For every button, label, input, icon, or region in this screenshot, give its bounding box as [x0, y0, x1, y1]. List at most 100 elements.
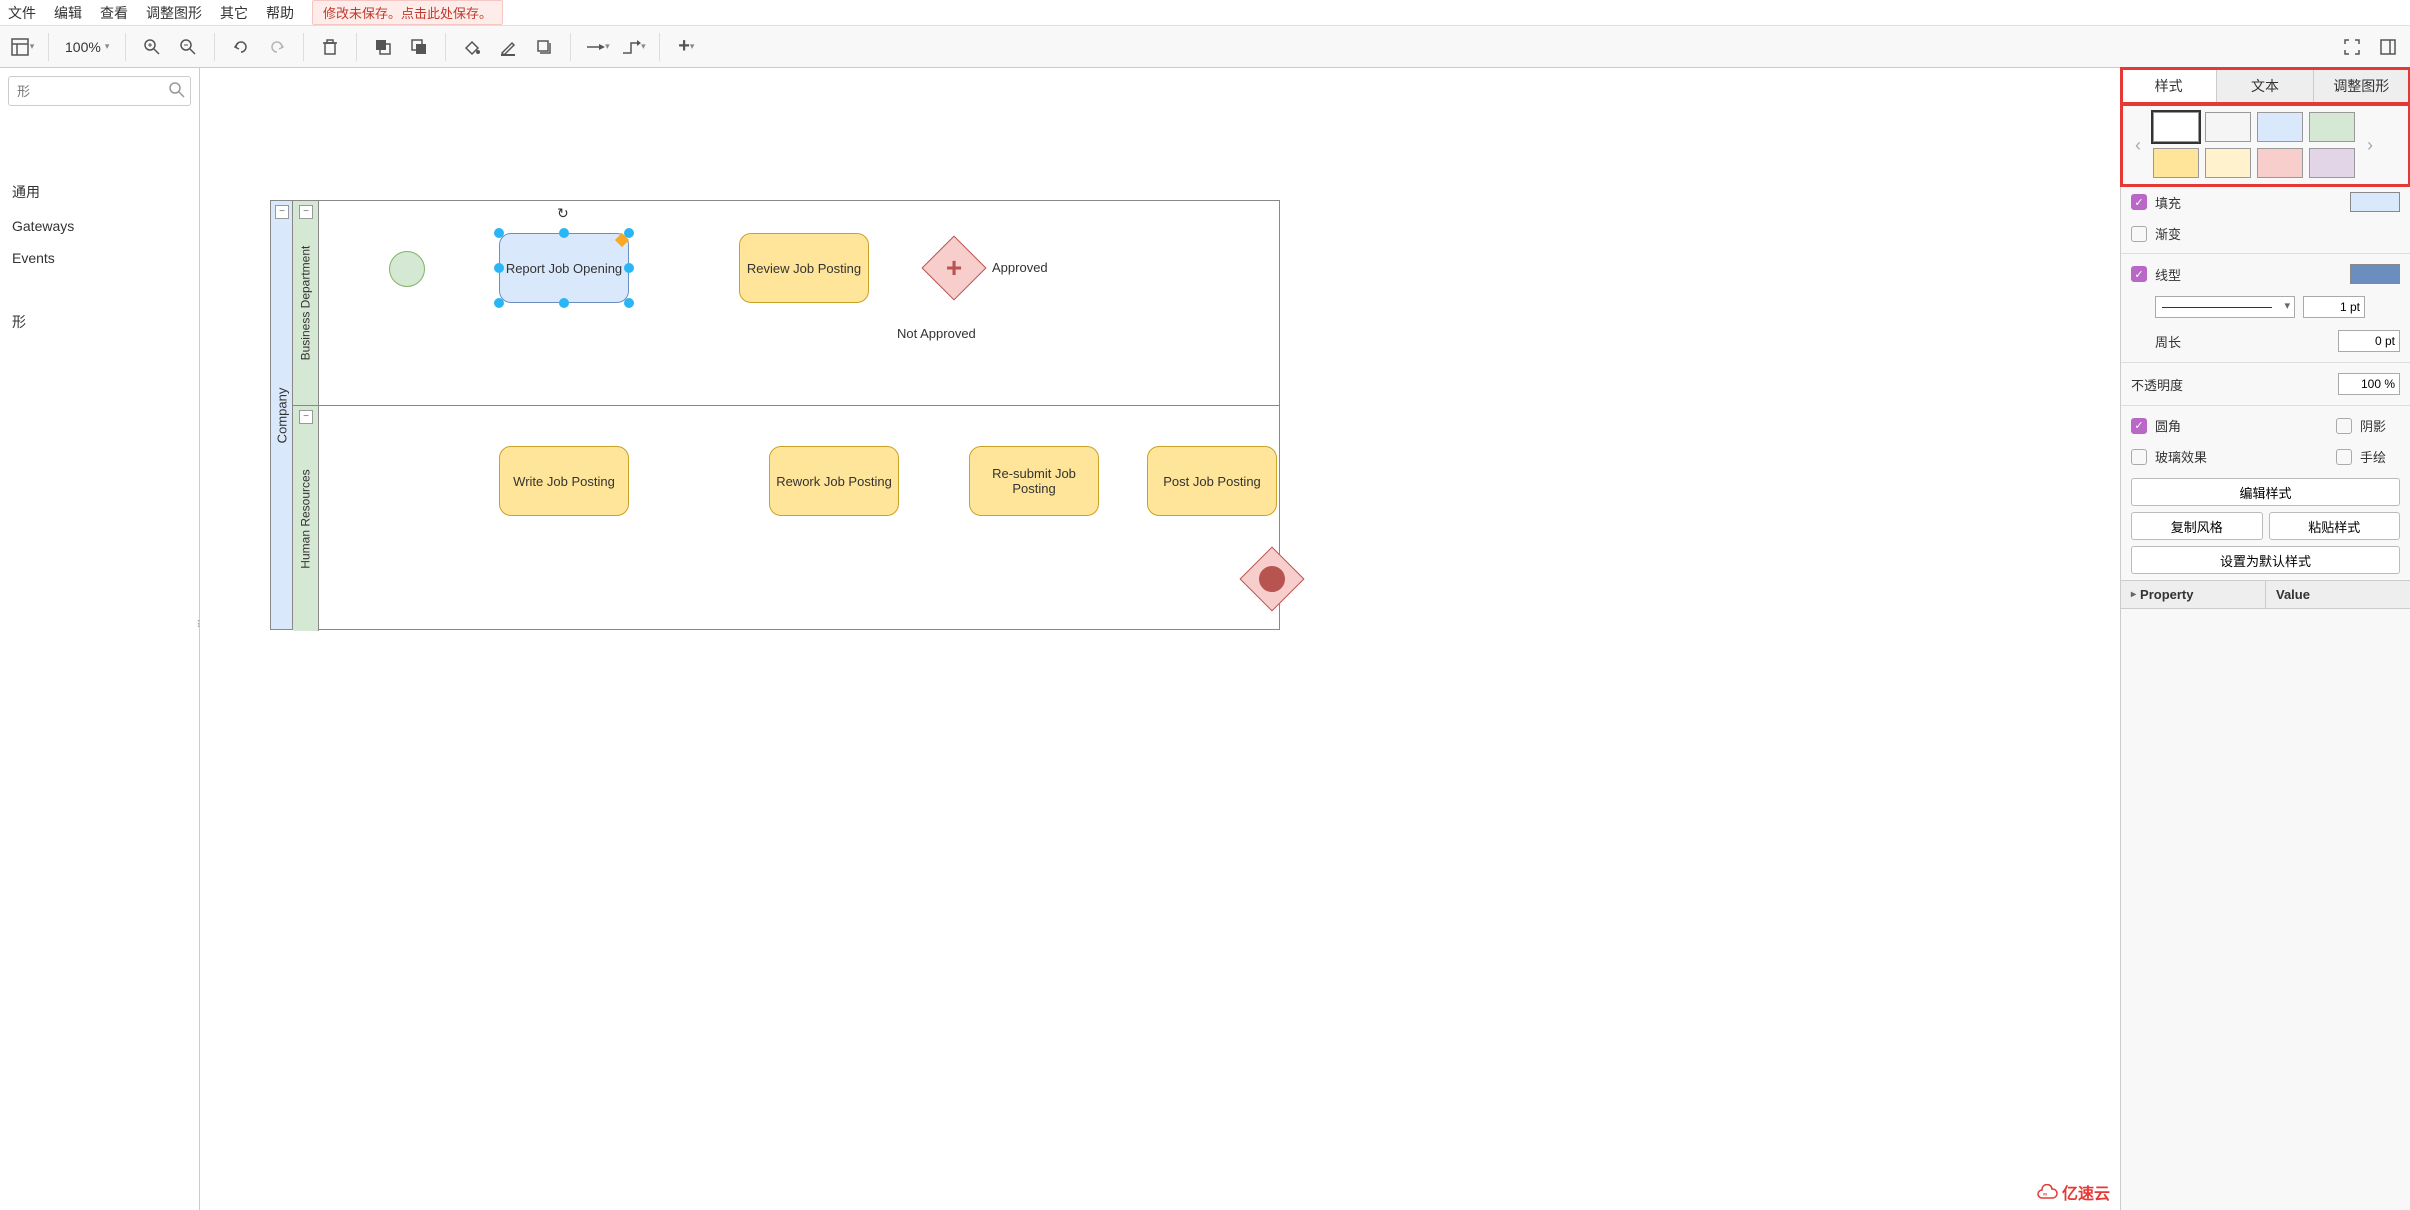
- fill-color-button[interactable]: [456, 31, 488, 63]
- line-row: ✓ 线型: [2121, 258, 2410, 290]
- bpmn-task-write-job-posting[interactable]: Write Job Posting: [499, 446, 629, 516]
- menu-edit[interactable]: 编辑: [54, 3, 82, 23]
- line-style-dropdown[interactable]: [2155, 296, 2295, 318]
- fullscreen-button[interactable]: [2336, 31, 2368, 63]
- bpmn-task-review-job-posting[interactable]: Review Job Posting: [739, 233, 869, 303]
- fill-color-well[interactable]: [2350, 192, 2400, 212]
- chevron-down-icon: ▾: [605, 41, 610, 52]
- bpmn-task-rework-job-posting[interactable]: Rework Job Posting: [769, 446, 899, 516]
- undo-button[interactable]: [225, 31, 257, 63]
- shapes-sidebar: 通用 Gateways Events 形: [0, 68, 200, 1210]
- view-mode-button[interactable]: ▾: [6, 31, 38, 63]
- pool-title: Company: [271, 201, 293, 629]
- paint-bucket-icon: [463, 38, 481, 56]
- menu-view[interactable]: 查看: [100, 3, 128, 23]
- swatch-blue[interactable]: [2257, 112, 2303, 142]
- swatch-next-button[interactable]: ›: [2361, 135, 2379, 156]
- swatch-orange[interactable]: [2153, 148, 2199, 178]
- selection-handle[interactable]: [624, 263, 634, 273]
- menu-extras[interactable]: 其它: [220, 3, 248, 23]
- edge-label-approved[interactable]: Approved: [992, 260, 1048, 275]
- zoom-in-button[interactable]: [136, 31, 168, 63]
- bpmn-task-resubmit-job-posting[interactable]: Re-submit Job Posting: [969, 446, 1099, 516]
- bpmn-task-report-job-opening[interactable]: Report Job Opening: [499, 233, 629, 303]
- line-color-well[interactable]: [2350, 264, 2400, 284]
- format-panel-button[interactable]: [2372, 31, 2404, 63]
- line-width-input[interactable]: [2303, 296, 2365, 318]
- rounded-label: 圆角: [2155, 416, 2215, 435]
- edit-style-button[interactable]: 编辑样式: [2131, 478, 2400, 506]
- rotate-handle[interactable]: ↻: [557, 205, 571, 219]
- insert-button[interactable]: +▾: [670, 31, 702, 63]
- bpmn-pool[interactable]: Company − Business Department − Report J…: [270, 200, 1280, 630]
- format-panel: 样式 文本 调整图形 ‹ › ✓ 填充 渐变: [2120, 68, 2410, 1210]
- bpmn-task-post-job-posting[interactable]: Post Job Posting: [1147, 446, 1277, 516]
- tab-text[interactable]: 文本: [2217, 68, 2313, 103]
- gradient-checkbox[interactable]: [2131, 226, 2147, 242]
- menu-file[interactable]: 文件: [8, 3, 36, 23]
- bpmn-lane-business[interactable]: Business Department − Report Job Opening: [293, 201, 1279, 406]
- menu-arrange[interactable]: 调整图形: [146, 3, 202, 23]
- opacity-input[interactable]: [2338, 373, 2400, 395]
- disclosure-triangle-icon[interactable]: ▸: [2131, 589, 2136, 600]
- lane-title: Business Department: [293, 201, 319, 405]
- zoom-out-button[interactable]: [172, 31, 204, 63]
- bpmn-end-event[interactable]: [1239, 546, 1304, 611]
- perimeter-row: 周长: [2121, 324, 2410, 358]
- swatch-red[interactable]: [2257, 148, 2303, 178]
- connection-button[interactable]: ▾: [581, 31, 613, 63]
- shadow-button[interactable]: [528, 31, 560, 63]
- unsaved-warning[interactable]: 修改未保存。点击此处保存。: [312, 0, 503, 25]
- swatch-white[interactable]: [2153, 112, 2199, 142]
- paste-style-button[interactable]: 粘贴样式: [2269, 512, 2401, 540]
- bpmn-gateway[interactable]: +: [921, 235, 986, 300]
- selection-handle[interactable]: [559, 228, 569, 238]
- redo-button[interactable]: [261, 31, 293, 63]
- canvas[interactable]: Company − Business Department − Report J…: [200, 68, 2120, 1210]
- lane-collapse-button[interactable]: −: [299, 410, 313, 424]
- selection-handle[interactable]: [494, 263, 504, 273]
- delete-button[interactable]: [314, 31, 346, 63]
- swatch-yellow[interactable]: [2205, 148, 2251, 178]
- swatch-green[interactable]: [2309, 112, 2355, 142]
- pool-collapse-button[interactable]: −: [275, 205, 289, 219]
- tab-style[interactable]: 样式: [2121, 68, 2217, 103]
- edge-label-not-approved[interactable]: Not Approved: [897, 326, 976, 341]
- search-input[interactable]: [8, 76, 191, 106]
- bpmn-start-event[interactable]: [389, 251, 425, 287]
- rounded-checkbox[interactable]: ✓: [2131, 418, 2147, 434]
- swatch-prev-button[interactable]: ‹: [2129, 135, 2147, 156]
- sketch-checkbox[interactable]: [2336, 449, 2352, 465]
- perimeter-input[interactable]: [2338, 330, 2400, 352]
- swatch-purple[interactable]: [2309, 148, 2355, 178]
- palette-category-shapes[interactable]: 形: [0, 304, 199, 340]
- swatch-grey[interactable]: [2205, 112, 2251, 142]
- to-front-button[interactable]: [367, 31, 399, 63]
- palette-category-events[interactable]: Events: [0, 242, 199, 274]
- fill-checkbox[interactable]: ✓: [2131, 194, 2147, 210]
- lane-title: Human Resources: [293, 406, 319, 631]
- search-icon[interactable]: [169, 82, 185, 101]
- copy-style-button[interactable]: 复制风格: [2131, 512, 2263, 540]
- selection-handle[interactable]: [624, 298, 634, 308]
- shadow-label: 阴影: [2360, 416, 2400, 435]
- to-back-button[interactable]: [403, 31, 435, 63]
- waypoint-button[interactable]: ▾: [617, 31, 649, 63]
- shadow-checkbox[interactable]: [2336, 418, 2352, 434]
- menu-help[interactable]: 帮助: [266, 3, 294, 23]
- palette-category-general[interactable]: 通用: [0, 174, 199, 210]
- palette-category-gateways[interactable]: Gateways: [0, 210, 199, 242]
- set-default-style-button[interactable]: 设置为默认样式: [2131, 546, 2400, 574]
- line-checkbox[interactable]: ✓: [2131, 266, 2147, 282]
- lane-collapse-button[interactable]: −: [299, 205, 313, 219]
- glass-checkbox[interactable]: [2131, 449, 2147, 465]
- selection-handle[interactable]: [494, 298, 504, 308]
- zoom-value: 100%: [65, 39, 101, 55]
- zoom-dropdown[interactable]: 100% ▾: [59, 39, 115, 55]
- fill-row: ✓ 填充: [2121, 186, 2410, 218]
- bpmn-lane-human-resources[interactable]: Human Resources − Write Job Posting Rewo…: [293, 406, 1279, 631]
- selection-handle[interactable]: [494, 228, 504, 238]
- selection-handle[interactable]: [559, 298, 569, 308]
- line-color-button[interactable]: [492, 31, 524, 63]
- tab-arrange[interactable]: 调整图形: [2314, 68, 2410, 103]
